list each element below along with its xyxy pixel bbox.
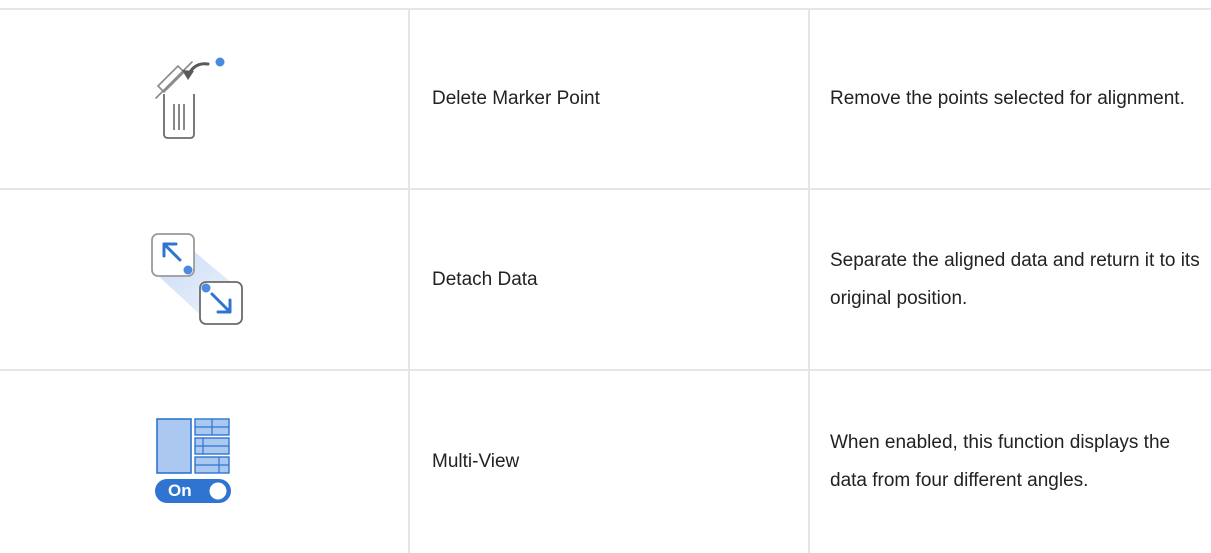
- feature-name: Delete Marker Point: [432, 88, 600, 109]
- feature-description: Separate the aligned data and return it …: [830, 249, 1200, 309]
- name-cell: Multi-View: [410, 371, 808, 553]
- description-cell: When enabled, this function displays the…: [810, 371, 1211, 553]
- multi-view-icon: On: [153, 417, 233, 507]
- feature-description: When enabled, this function displays the…: [830, 432, 1171, 491]
- multi-view-toggle-label: On: [168, 481, 192, 500]
- name-cell: Delete Marker Point: [410, 10, 808, 188]
- feature-name: Detach Data: [432, 268, 538, 290]
- table-row: On Multi-View When enabled, this functio…: [0, 371, 1211, 553]
- table-row: Delete Marker Point Remove the points se…: [0, 10, 1211, 188]
- description-cell: Separate the aligned data and return it …: [810, 190, 1211, 369]
- name-cell: Detach Data: [410, 190, 808, 369]
- delete-marker-point-icon: [150, 54, 240, 144]
- feature-table: Delete Marker Point Remove the points se…: [0, 0, 1211, 553]
- description-cell: Remove the points selected for alignment…: [810, 10, 1211, 188]
- icon-cell: [0, 10, 408, 188]
- icon-cell: On: [0, 371, 408, 553]
- table-row: Detach Data Separate the aligned data an…: [0, 190, 1211, 369]
- feature-description: Remove the points selected for alignment…: [830, 88, 1185, 109]
- icon-cell: [0, 190, 408, 369]
- detach-data-icon: [148, 230, 248, 330]
- feature-name: Multi-View: [432, 451, 520, 472]
